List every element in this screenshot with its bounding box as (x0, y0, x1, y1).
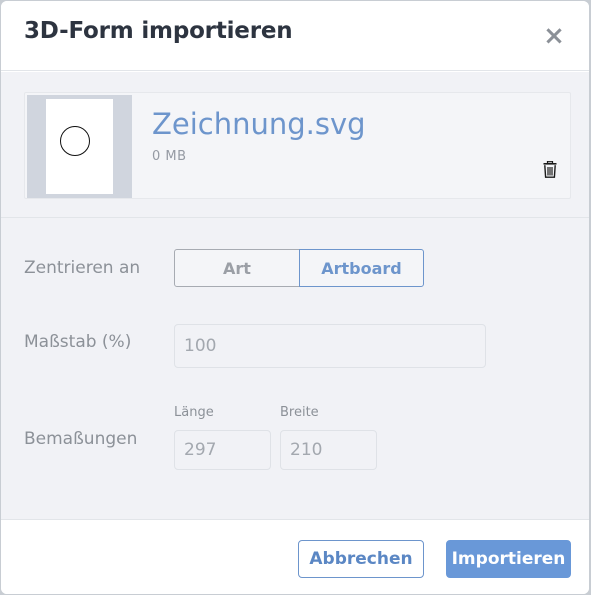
center-option-art[interactable]: Art (174, 249, 300, 287)
thumbnail-page (46, 99, 113, 194)
dialog-header: 3D-Form importieren × (1, 1, 589, 71)
section-divider (1, 217, 589, 218)
trash-icon[interactable] (543, 160, 557, 178)
file-card: Zeichnung.svg 0 MB (24, 92, 571, 199)
center-option-artboard[interactable]: Artboard (299, 249, 424, 287)
width-label: Breite (280, 405, 319, 420)
dimensions-label: Bemaßungen (24, 429, 138, 449)
file-name: Zeichnung.svg (152, 107, 366, 141)
file-thumbnail (27, 95, 132, 198)
close-icon[interactable]: × (541, 23, 567, 49)
length-label: Länge (174, 405, 214, 420)
dialog-footer: Abbrechen Importieren (1, 519, 589, 594)
thumbnail-circle-shape (60, 126, 90, 156)
length-input[interactable]: 297 (174, 430, 271, 470)
width-input[interactable]: 210 (280, 430, 377, 470)
scale-input[interactable]: 100 (174, 324, 486, 368)
dialog-title: 3D-Form importieren (24, 18, 293, 44)
import-3d-shape-dialog: 3D-Form importieren × Zeichnung.svg 0 MB (1, 1, 589, 594)
dialog-body: Zeichnung.svg 0 MB Zentrieren an Art Art… (1, 72, 589, 519)
center-label: Zentrieren an (24, 258, 141, 278)
import-button[interactable]: Importieren (446, 540, 571, 578)
cancel-button[interactable]: Abbrechen (298, 540, 424, 578)
scale-label: Maßstab (%) (24, 332, 132, 352)
file-size: 0 MB (152, 149, 187, 164)
